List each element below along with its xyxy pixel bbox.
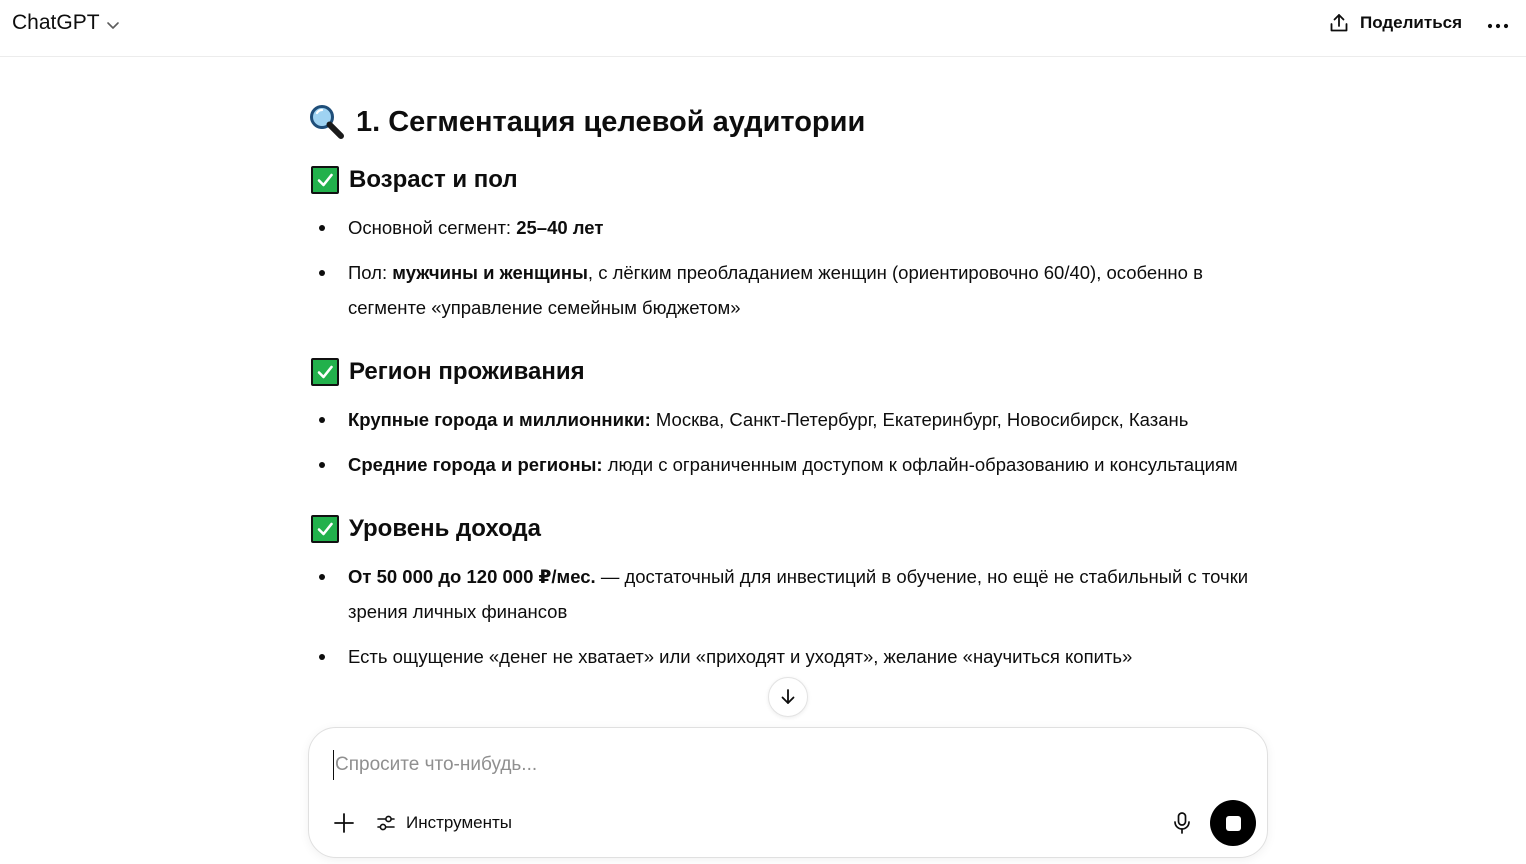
tools-button[interactable]: Инструменты <box>375 808 512 838</box>
stop-icon <box>1225 815 1241 831</box>
share-button[interactable]: Поделиться <box>1328 12 1462 34</box>
magnifier-icon <box>310 105 344 139</box>
bullet-list: От 50 000 до 120 000 ₽/мес. — достаточны… <box>308 559 1268 674</box>
share-label: Поделиться <box>1360 13 1463 32</box>
check-mark-icon <box>311 358 339 386</box>
list-item: Основной сегмент: 25–40 лет <box>308 210 1268 245</box>
check-mark-icon <box>311 166 339 194</box>
section-heading-text: Уровень дохода <box>349 515 542 542</box>
sliders-icon <box>377 815 395 831</box>
check-mark-icon <box>311 515 339 543</box>
tools-label: Инструменты <box>406 813 513 832</box>
chevron-down-icon <box>106 21 119 29</box>
section-heading: Возраст и пол <box>308 160 1268 200</box>
list-item: Пол: мужчины и женщины, с лёгким преобла… <box>308 255 1268 325</box>
title-text: 1. Сегментация целевой аудитории <box>356 105 866 138</box>
dictate-button[interactable] <box>1167 808 1197 838</box>
message-title: 1. Сегментация целевой аудитории <box>308 96 1268 148</box>
add-attachment-button[interactable] <box>329 808 359 838</box>
more-horizontal-icon <box>1487 23 1509 29</box>
model-selector[interactable]: ChatGPT <box>12 11 120 35</box>
model-label: ChatGPT <box>12 11 100 34</box>
plus-icon <box>334 813 354 833</box>
list-item: Крупные города и миллионники: Москва, Са… <box>308 402 1268 437</box>
list-item: От 50 000 до 120 000 ₽/мес. — достаточны… <box>308 559 1268 629</box>
stop-generating-button[interactable] <box>1210 800 1256 846</box>
arrow-down-icon <box>781 689 795 704</box>
section-heading-text: Возраст и пол <box>349 166 518 193</box>
composer: Инструменты <box>308 727 1268 858</box>
bullet-list: Крупные города и миллионники: Москва, Са… <box>308 402 1268 482</box>
section-heading-text: Регион проживания <box>349 358 585 385</box>
scroll-to-bottom-button[interactable] <box>768 677 808 717</box>
microphone-icon <box>1174 812 1190 834</box>
prompt-input[interactable] <box>333 750 1233 780</box>
assistant-message: 1. Сегментация целевой аудитории Возраст… <box>308 96 1268 674</box>
more-options-button[interactable] <box>1484 12 1512 40</box>
section-heading: Уровень дохода <box>308 509 1268 549</box>
share-icon <box>1330 14 1348 32</box>
section-heading: Регион проживания <box>308 352 1268 392</box>
list-item: Средние города и регионы: люди с огранич… <box>308 447 1268 482</box>
top-bar: ChatGPT Поделиться <box>0 0 1526 57</box>
bullet-list: Основной сегмент: 25–40 лет Пол: мужчины… <box>308 210 1268 325</box>
list-item: Есть ощущение «денег не хватает» или «пр… <box>308 639 1268 674</box>
